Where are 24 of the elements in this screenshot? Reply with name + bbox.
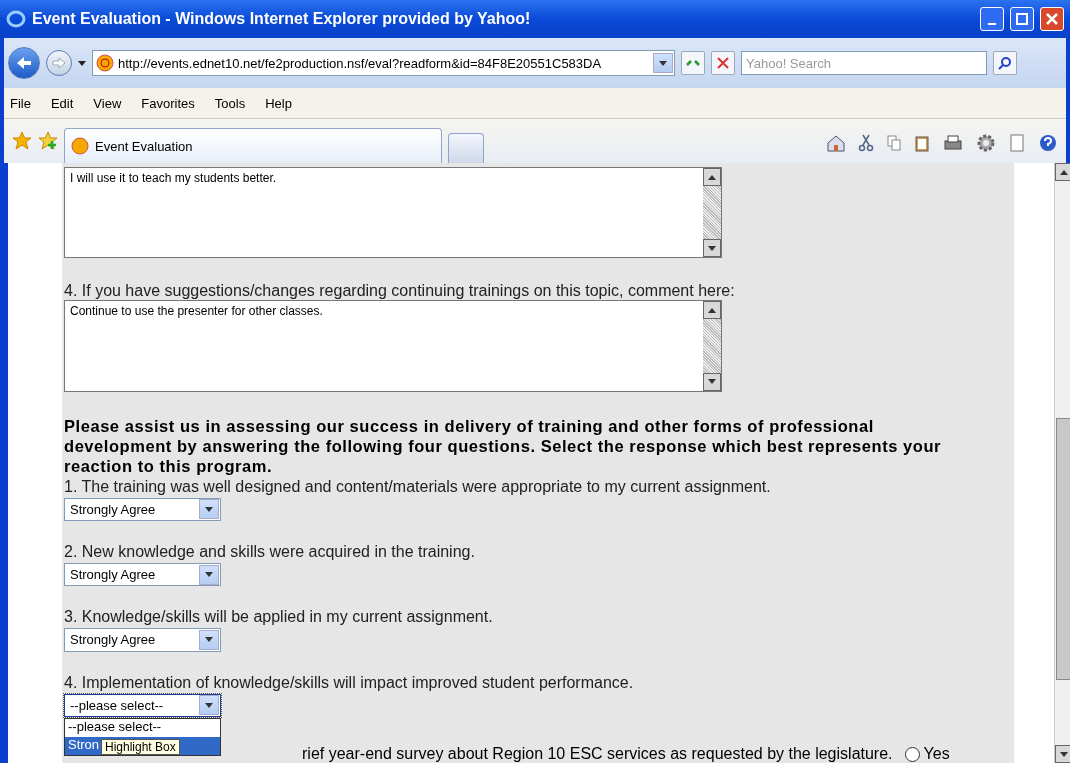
rating-select[interactable]: Strongly Agree	[64, 562, 221, 587]
browser-tab[interactable]: Event Evaluation	[64, 128, 442, 163]
question-label: 2. New knowledge and skills were acquired in the training.	[64, 542, 476, 561]
question-label: 4. If you have suggestions/changes regarding continuing trainings on this topic, comment here:	[64, 282, 736, 301]
window-title: Event Evaluation - Windows Internet Explorer provided by Yahoo!	[32, 10, 532, 28]
instructions-text: Please assist us in assessing our success in delivery of training and other forms of professional development by answering the following four questions. Select the response which best represents your reaction to this program.	[64, 415, 943, 476]
comment-textarea[interactable]: I will use it to teach my students better.	[64, 167, 722, 259]
question-label: 1. The training was well designed and content/materials were appropriate to my current assignment.	[64, 477, 772, 496]
comment-textarea[interactable]: Continue to use the presenter for other classes.	[64, 300, 722, 392]
menu-item[interactable]: Tools	[214, 95, 246, 111]
menu-item[interactable]: Help	[265, 95, 292, 111]
menu-item[interactable]: View	[93, 95, 122, 111]
question-label: rief year-end survey about Region 10 ESC services as requested by the legislature.	[302, 745, 893, 763]
menu-item[interactable]: Favorites	[141, 95, 195, 111]
rating-select[interactable]: Strongly Agree	[64, 497, 221, 521]
question-label: 4. Implementation of knowledge/skills will impact improved student performance.	[64, 673, 635, 692]
menu-item[interactable]: Edit	[50, 95, 74, 111]
rating-select[interactable]: Strongly Agree	[64, 628, 221, 652]
address-bar[interactable]: http://events.ednet10.net/fe2production.nsf/eval?readform&id=84F8E20551C583DA	[92, 50, 675, 76]
question-label: 3. Knowledge/skills will be applied in my current assignment.	[64, 608, 494, 627]
menu-item[interactable]: File	[10, 95, 31, 111]
radio-label: Yes	[923, 745, 950, 763]
tab-title: Event Evaluation	[95, 138, 193, 154]
search-field[interactable]: Yahoo! Search	[741, 51, 987, 75]
